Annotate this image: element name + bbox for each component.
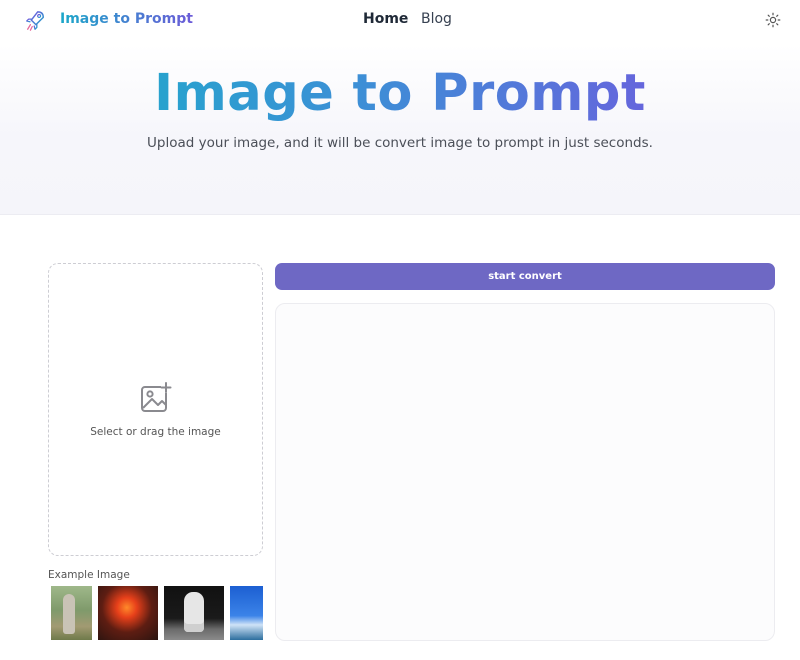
example-image-ocean[interactable] [230,586,263,640]
hero-section: Image to Prompt Upload your image, and i… [0,44,800,215]
top-navbar: Image to Prompt Home Blog [0,0,800,44]
brand-name[interactable]: Image to Prompt [60,11,193,27]
nav-link-home[interactable]: Home [363,11,408,27]
upload-hint: Select or drag the image [90,426,221,438]
example-image-astronaut[interactable] [164,586,224,640]
start-convert-button[interactable]: start convert [275,263,775,290]
image-upload-dropzone[interactable]: Select or drag the image [48,263,263,556]
hero-title: Image to Prompt [0,64,800,124]
example-image-kangaroo[interactable] [51,586,92,640]
hero-subtitle: Upload your image, and it will be conver… [147,135,653,151]
example-image-label: Example Image [48,569,130,581]
example-image-volcano[interactable] [98,586,158,640]
prompt-output-area[interactable] [275,303,775,641]
rocket-logo-icon[interactable] [24,9,46,33]
image-plus-icon [141,382,172,412]
sun-icon[interactable] [765,12,781,28]
nav-link-blog[interactable]: Blog [421,11,452,27]
